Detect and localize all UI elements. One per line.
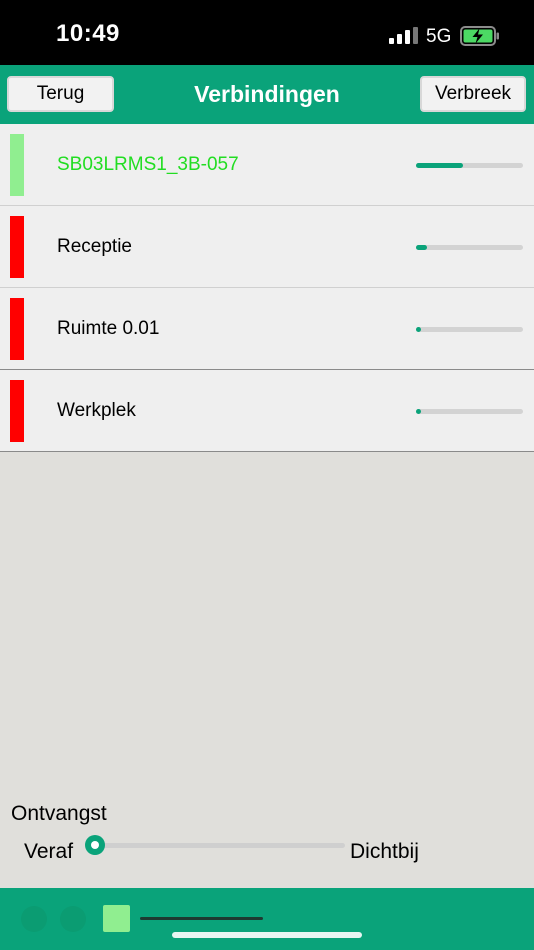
status-time: 10:49	[56, 20, 120, 47]
connection-name: Receptie	[57, 236, 132, 257]
connection-name: SB03LRMS1_3B-057	[57, 154, 239, 175]
signal-strength-fill	[416, 163, 464, 168]
connection-name: Ruimte 0.01	[57, 318, 160, 339]
signal-strength-bar	[416, 327, 523, 332]
status-bar: 10:49 5G	[0, 0, 534, 65]
home-indicator[interactable]	[172, 932, 362, 938]
signal-strength-fill	[416, 409, 422, 414]
status-dot-icon	[21, 906, 47, 932]
status-dot-icon	[60, 906, 86, 932]
reception-label: Ontvangst	[11, 802, 107, 825]
connection-row[interactable]: SB03LRMS1_3B-057	[0, 124, 534, 206]
signal-strength-bar	[416, 409, 523, 414]
navigation-bar: Terug Verbindingen Verbreek	[0, 65, 534, 124]
network-type: 5G	[426, 26, 452, 47]
connection-row[interactable]: Werkplek	[0, 370, 534, 452]
connection-list: SB03LRMS1_3B-057 Receptie Ruimte 0.01 We…	[0, 124, 534, 452]
battery-charging-icon	[460, 26, 499, 46]
reception-slider[interactable]	[95, 843, 345, 848]
signal-icon	[389, 27, 418, 44]
connection-status-square-icon	[103, 905, 130, 932]
signal-strength-bar	[416, 245, 523, 250]
connection-row[interactable]: Ruimte 0.01	[0, 288, 534, 370]
signal-strength-fill	[416, 245, 427, 250]
status-indicator	[10, 298, 24, 360]
signal-strength-bar	[416, 163, 523, 168]
status-indicator	[10, 380, 24, 442]
bottom-bar	[0, 888, 534, 950]
connection-name: Werkplek	[57, 400, 136, 421]
signal-strength-fill	[416, 327, 422, 332]
divider-line	[140, 917, 263, 920]
status-indicator	[10, 216, 24, 278]
slider-max-label: Dichtbij	[350, 840, 419, 863]
slider-thumb[interactable]	[85, 835, 105, 855]
slider-min-label: Veraf	[24, 840, 74, 863]
connection-row[interactable]: Receptie	[0, 206, 534, 288]
disconnect-button[interactable]: Verbreek	[420, 76, 526, 112]
status-indicator	[10, 134, 24, 196]
